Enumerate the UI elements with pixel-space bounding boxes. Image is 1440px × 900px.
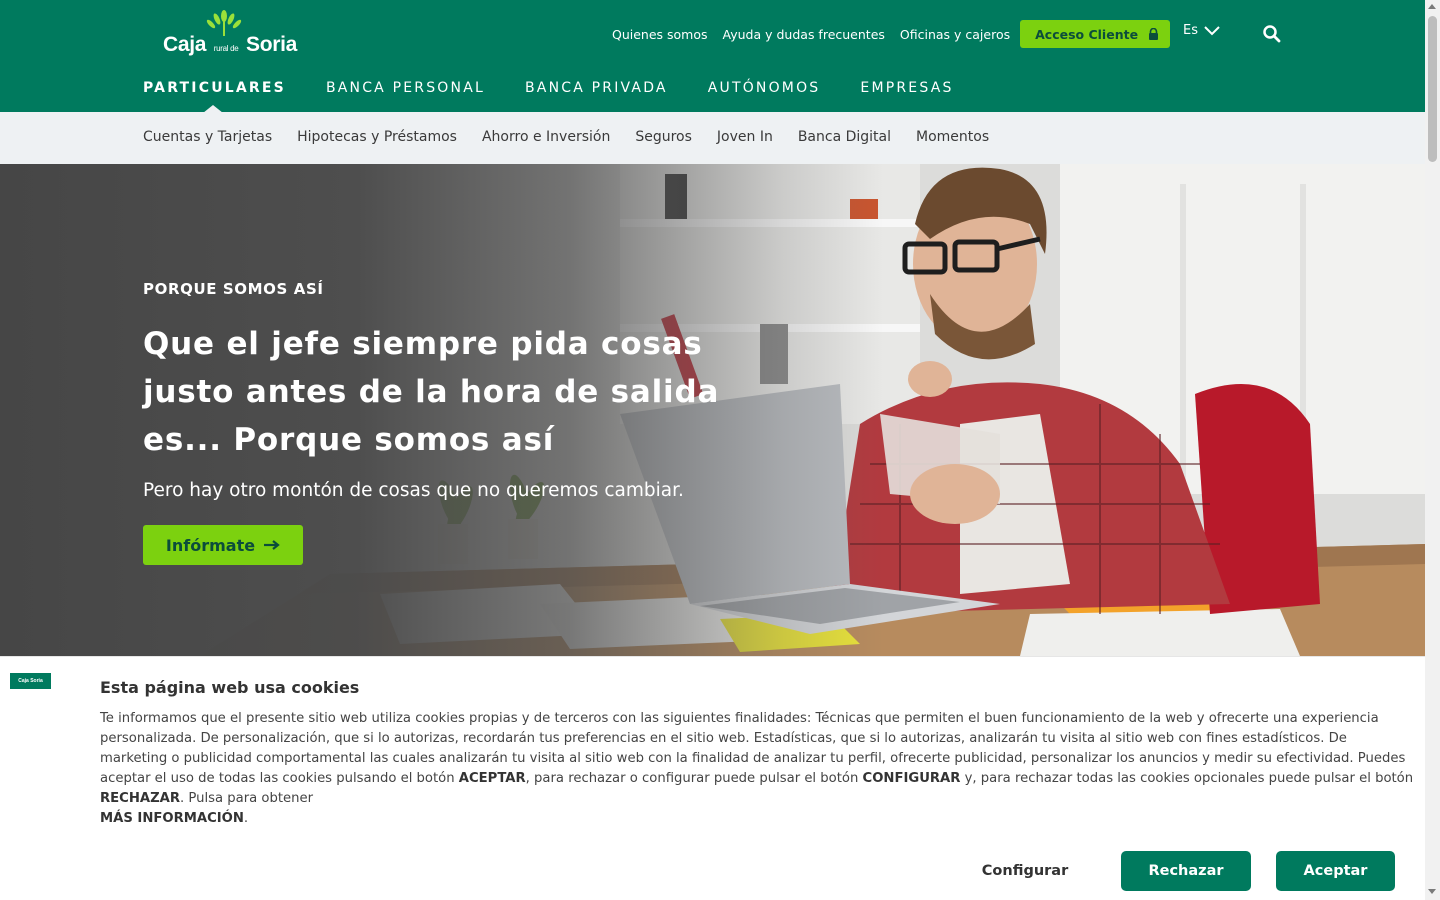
logo-text-rural: rural de xyxy=(213,44,239,53)
main-nav-banca-personal[interactable]: BANCA PERSONAL xyxy=(326,80,485,96)
sub-nav-momentos[interactable]: Momentos xyxy=(916,129,989,145)
site-header: Caja rural de Soria Quienes somos Ayuda … xyxy=(0,0,1425,113)
lock-icon xyxy=(1149,28,1159,40)
aceptar-button[interactable]: Aceptar xyxy=(1276,851,1395,891)
page-scrollbar[interactable] xyxy=(1425,0,1440,900)
cookie-banner: Caja Soria Esta página web usa cookies T… xyxy=(0,656,1425,900)
cookie-banner-title: Esta página web usa cookies xyxy=(100,678,360,697)
util-link-quienes-somos[interactable]: Quienes somos xyxy=(612,27,708,42)
main-nav-particulares[interactable]: PARTICULARES xyxy=(143,80,286,113)
language-selector[interactable]: Es xyxy=(1183,23,1220,38)
sub-nav-joven-in[interactable]: Joven In xyxy=(717,129,773,145)
cookie-banner-text: Te informamos que el presente sitio web … xyxy=(100,709,1415,829)
hero-lead: Pero hay otro montón de cosas que no que… xyxy=(143,480,684,501)
informate-label: Infórmate xyxy=(165,535,256,555)
main-nav-banca-privada[interactable]: BANCA PRIVADA xyxy=(525,80,668,96)
cookie-text-reject-word: RECHAZAR xyxy=(100,791,181,806)
rechazar-button[interactable]: Rechazar xyxy=(1121,851,1251,891)
informate-button[interactable]: Infórmate xyxy=(143,525,303,565)
sub-nav-ahorro-inversion[interactable]: Ahorro e Inversión xyxy=(482,129,610,145)
mas-informacion-link[interactable]: MÁS INFORMACIÓN xyxy=(100,811,244,826)
language-label: Es xyxy=(1183,23,1198,38)
acceso-cliente-label: Acceso Cliente xyxy=(1035,26,1139,42)
hero-banner: PORQUE SOMOS ASÍ Que el jefe siempre pid… xyxy=(0,164,1425,656)
cookie-text-part: . xyxy=(243,811,249,826)
chevron-down-icon xyxy=(1204,25,1220,35)
main-nav: PARTICULARES BANCA PERSONAL BANCA PRIVAD… xyxy=(143,80,994,113)
search-icon[interactable] xyxy=(1262,24,1282,44)
main-nav-autonomos[interactable]: AUTÓNOMOS xyxy=(708,80,821,96)
logo-text-soria: Soria xyxy=(246,33,298,56)
hero-headline: Que el jefe siempre pida cosas justo ant… xyxy=(143,326,720,458)
acceso-cliente-button[interactable]: Acceso Cliente xyxy=(1020,20,1171,48)
util-link-oficinas[interactable]: Oficinas y cajeros xyxy=(900,27,1010,42)
cookie-text-accept-word: ACEPTAR xyxy=(458,771,526,786)
cookie-text-part: . Pulsa para obtener xyxy=(180,791,314,806)
sub-nav-seguros[interactable]: Seguros xyxy=(635,129,692,145)
arrow-right-icon xyxy=(264,540,280,550)
main-nav-label: PARTICULARES xyxy=(143,80,286,96)
sub-nav-hipotecas-prestamos[interactable]: Hipotecas y Préstamos xyxy=(297,129,457,145)
scrollbar-thumb[interactable] xyxy=(1428,16,1437,162)
utility-nav: Quienes somos Ayuda y dudas frecuentes O… xyxy=(612,20,1171,48)
configurar-button[interactable]: Configurar xyxy=(965,851,1085,891)
scroll-up-arrow-icon[interactable] xyxy=(1428,4,1436,9)
main-nav-empresas[interactable]: EMPRESAS xyxy=(860,80,953,96)
hero-eyebrow: PORQUE SOMOS ASÍ xyxy=(143,280,324,298)
cookie-text-part: , para rechazar o configurar puede pulsa… xyxy=(525,771,863,786)
util-link-ayuda[interactable]: Ayuda y dudas frecuentes xyxy=(723,27,885,42)
sub-nav-cuentas-tarjetas[interactable]: Cuentas y Tarjetas xyxy=(143,129,272,145)
sub-nav: Cuentas y Tarjetas Hipotecas y Préstamos… xyxy=(0,112,1425,164)
caja-rural-soria-logo[interactable]: Caja rural de Soria xyxy=(163,10,298,62)
cookie-text-part: y, para rechazar todas las cookies opcio… xyxy=(960,771,1414,786)
cookie-banner-logo: Caja Soria xyxy=(10,673,51,689)
cookie-text-config-word: CONFIGURAR xyxy=(862,771,961,786)
sub-nav-banca-digital[interactable]: Banca Digital xyxy=(798,129,891,145)
logo-text-caja: Caja xyxy=(163,33,207,56)
scroll-down-arrow-icon[interactable] xyxy=(1428,889,1436,894)
